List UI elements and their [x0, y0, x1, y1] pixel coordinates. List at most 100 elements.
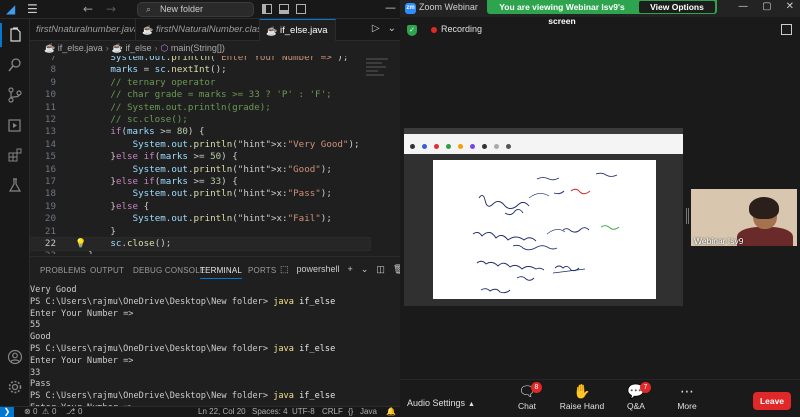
- errors-icon[interactable]: ⊗: [24, 407, 31, 417]
- vscode-window: ◢ ☰ ← → ⌕ New folder — firstNnaturalnumb…: [0, 0, 400, 417]
- code-line[interactable]: 20 System.out.println("hint">x:"Fail");: [30, 213, 370, 225]
- panel-tab-debug-console[interactable]: DEBUG CONSOLE: [133, 266, 205, 275]
- view-layout-icon[interactable]: [781, 24, 792, 35]
- viewing-banner: You are viewing Webinar Isv9's screen Vi…: [487, 0, 717, 26]
- toggle-secondary-sidebar-icon[interactable]: [296, 4, 306, 14]
- kill-terminal-icon[interactable]: 🗑: [393, 264, 400, 275]
- back-arrow-icon[interactable]: ←: [83, 2, 93, 16]
- code-line[interactable]: 11 // System.out.println(grade);: [30, 102, 370, 114]
- toggle-panel-icon[interactable]: [279, 4, 289, 14]
- video-person: [737, 227, 793, 246]
- account-icon[interactable]: [0, 345, 30, 369]
- indentation[interactable]: Spaces: 4: [252, 407, 288, 417]
- warnings-icon[interactable]: ⚠: [42, 407, 49, 417]
- line-ending[interactable]: CRLF: [322, 407, 343, 417]
- extensions-icon[interactable]: [0, 143, 30, 167]
- menu-icon[interactable]: ☰: [27, 2, 38, 16]
- code-line[interactable]: 14 System.out.println("hint">x:"Very Good…: [30, 139, 370, 151]
- search-icon: ⌕: [146, 4, 152, 14]
- code-line[interactable]: 13 if(marks >= 80) {: [30, 126, 370, 138]
- code-line[interactable]: 21}: [30, 226, 370, 238]
- run-icon[interactable]: ▷: [372, 23, 380, 34]
- split-terminal-icon[interactable]: ◫: [376, 264, 385, 275]
- panel-tab-ports[interactable]: PORTS: [248, 266, 276, 275]
- panel-tab-terminal[interactable]: TERMINAL: [200, 266, 243, 279]
- breadcrumb-class[interactable]: if_else: [126, 43, 152, 53]
- minimize-icon[interactable]: —: [738, 1, 748, 12]
- code-line[interactable]: 10 // char grade = marks >= 33 ? 'P' : 'F…: [30, 89, 370, 101]
- breadcrumb-file[interactable]: if_else.java: [58, 43, 103, 53]
- class-file-icon: ☕: [142, 25, 154, 35]
- code-line[interactable]: 12 // sc.close();: [30, 114, 370, 126]
- line-number: 23: [30, 250, 56, 254]
- new-terminal-icon[interactable]: +: [348, 264, 353, 275]
- participant-video[interactable]: Webinar Isv9: [691, 189, 797, 246]
- testing-flask-icon[interactable]: [0, 173, 30, 197]
- minimap[interactable]: [366, 56, 394, 96]
- whiteboard-page: [433, 160, 656, 299]
- language-braces-icon[interactable]: {}: [348, 407, 353, 417]
- layout-controls: [262, 4, 306, 14]
- raise-hand-button[interactable]: ✋ Raise Hand: [557, 384, 607, 411]
- tab-firstnnaturalnumber-class[interactable]: ☕ firstNNaturalNumber.class: [136, 19, 260, 41]
- panel-tab-output[interactable]: OUTPUT: [90, 266, 124, 275]
- language-mode[interactable]: Java: [360, 407, 377, 417]
- terminal-dropdown-icon[interactable]: ⌄: [361, 264, 369, 275]
- ports-count[interactable]: 0: [78, 407, 82, 417]
- cursor-position[interactable]: Ln 22, Col 20: [198, 407, 246, 417]
- lightbulb-icon[interactable]: 💡: [75, 238, 86, 250]
- toggle-sidebar-icon[interactable]: [262, 4, 272, 14]
- terminal-shell-label[interactable]: powershell: [297, 264, 340, 275]
- code-line[interactable]: 8 marks = sc.nextInt();: [30, 64, 370, 76]
- terminal-line: PS C:\Users\rajmu\OneDrive\Desktop\New f…: [30, 343, 336, 354]
- close-icon[interactable]: ✕: [786, 1, 794, 12]
- maximize-icon[interactable]: ▢: [762, 1, 771, 12]
- minimize-icon[interactable]: —: [385, 1, 396, 14]
- code-line[interactable]: 18 System.out.println("hint">x:"Pass");: [30, 188, 370, 200]
- code-line[interactable]: 15}else if(marks >= 50) {: [30, 151, 370, 163]
- view-options-button[interactable]: View Options: [639, 1, 715, 13]
- audio-settings-button[interactable]: Audio Settings ▲: [407, 398, 475, 408]
- panel-tab-problems[interactable]: PROBLEMS: [40, 266, 86, 275]
- breadcrumb-method[interactable]: main(String[]): [171, 43, 225, 53]
- leave-button[interactable]: Leave: [753, 392, 791, 410]
- forward-arrow-icon[interactable]: →: [106, 2, 116, 16]
- line-number: 14: [44, 138, 56, 150]
- run-dropdown-icon[interactable]: ⌄: [388, 23, 396, 34]
- terminal-output[interactable]: Very Good PS C:\Users\rajmu\OneDrive\Desk…: [30, 285, 400, 406]
- tab-firstnnaturalnumber-java[interactable]: firstNnaturalnumber.java: [16, 19, 136, 41]
- pen-tools: [410, 144, 511, 149]
- zoom-window: zm Zoom Webinar — ▢ ✕ You are viewing We…: [400, 0, 800, 417]
- code-line[interactable]: 16 System.out.println("hint">x:"Good");: [30, 164, 370, 176]
- ports-icon[interactable]: ⎇: [66, 407, 75, 417]
- encoding[interactable]: UTF-8: [292, 407, 315, 417]
- code-line[interactable]: 17}else if(marks >= 33) {: [30, 176, 370, 188]
- source-control-icon[interactable]: [0, 83, 30, 107]
- search-icon[interactable]: [0, 53, 30, 77]
- security-shield-icon[interactable]: ✓: [407, 25, 417, 36]
- settings-gear-icon[interactable]: [0, 375, 30, 399]
- chat-button[interactable]: 🗨 8 Chat: [502, 382, 552, 411]
- remote-indicator-icon[interactable]: ❯: [0, 407, 14, 417]
- qa-button[interactable]: 💬 7 Q&A: [611, 382, 661, 411]
- run-debug-icon[interactable]: [0, 113, 30, 137]
- tab-if-else-java[interactable]: ☕ if_else.java✕: [260, 19, 336, 41]
- line-number: 16: [44, 163, 56, 175]
- more-button[interactable]: ⋯ More: [662, 384, 712, 411]
- code-line[interactable]: 23}: [30, 250, 370, 254]
- command-center-search[interactable]: ⌕ New folder: [137, 2, 254, 17]
- qa-label: Q&A: [627, 401, 645, 411]
- audio-settings-label: Audio Settings: [407, 398, 466, 408]
- errors-count[interactable]: 0: [33, 407, 37, 417]
- warnings-count[interactable]: 0: [52, 407, 56, 417]
- code-line[interactable]: 7 System.out.println("Enter Your Number =…: [30, 56, 370, 64]
- code-line[interactable]: 22 💡 sc.close();: [30, 236, 371, 252]
- notifications-bell-icon[interactable]: 🔔: [386, 407, 396, 417]
- terminal-line: Enter Your Number =>: [30, 355, 134, 366]
- code-text: System.out.println("hint">x:"Good");: [132, 163, 332, 175]
- code-editor[interactable]: 7 System.out.println("Enter Your Number =…: [30, 56, 400, 254]
- code-text: System.out.println("hint">x:"Pass");: [132, 188, 332, 200]
- panel-resize-handle[interactable]: [686, 208, 689, 224]
- code-line[interactable]: 19}else {: [30, 201, 370, 213]
- code-line[interactable]: 9 // ternary operator: [30, 77, 370, 89]
